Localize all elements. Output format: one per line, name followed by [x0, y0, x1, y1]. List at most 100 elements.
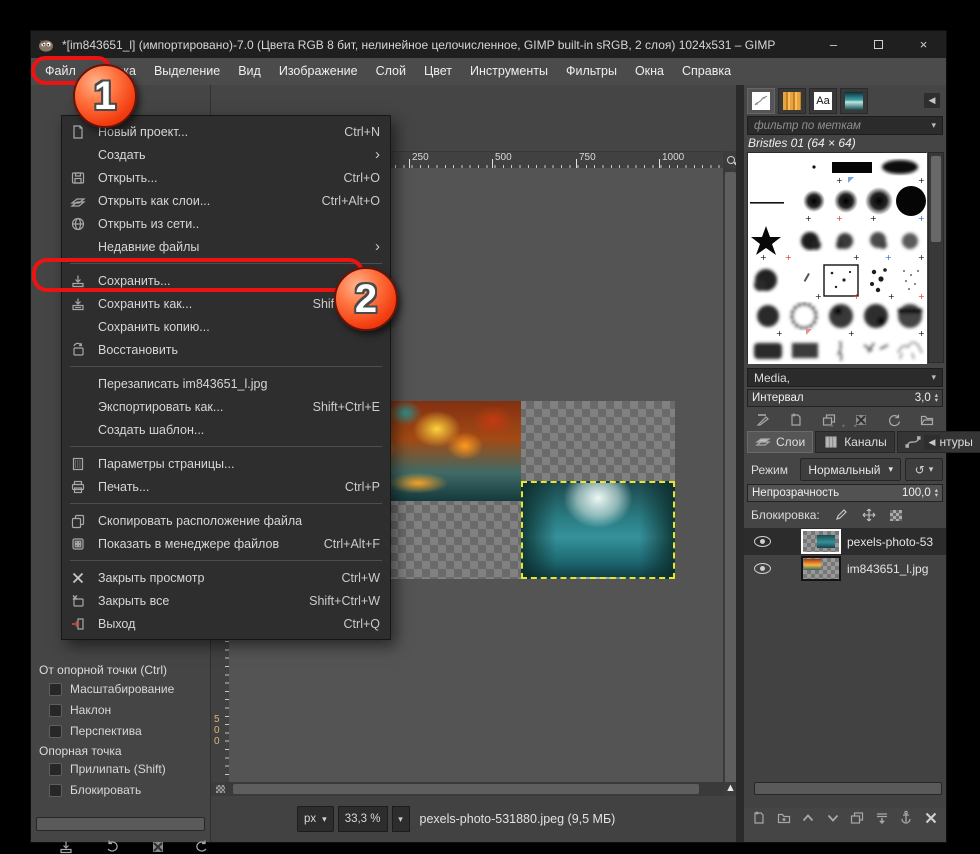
file-menu-popup: Новый проект...Ctrl+NСоздать›Открыть...C…	[61, 115, 391, 640]
brush-tag-value: Media,	[754, 371, 790, 385]
checkbox-масштабирование[interactable]: Масштабирование	[49, 682, 174, 696]
duplicate-layer-button[interactable]	[849, 810, 865, 826]
dock-menu-button[interactable]: ◀	[924, 93, 940, 108]
menu-item-label: Восстановить	[98, 343, 178, 357]
checkbox-box[interactable]	[49, 725, 62, 738]
brush-list-scrollbar[interactable]	[928, 152, 944, 363]
checkbox-box[interactable]	[49, 704, 62, 717]
menubar-item-5[interactable]: Слой	[367, 58, 415, 85]
delete-tool-preset-button[interactable]	[147, 837, 169, 854]
menu-item[interactable]: Печать...Ctrl+P	[62, 475, 390, 498]
horizontal-scrollbar-thumb[interactable]	[233, 784, 699, 794]
checkbox-наклон[interactable]: Наклон	[49, 703, 111, 717]
menubar-item-6[interactable]: Цвет	[415, 58, 461, 85]
eye-icon[interactable]	[754, 563, 771, 574]
checkbox-перспектива[interactable]: Перспектива	[49, 724, 142, 738]
dock-splitter[interactable]: • • •	[744, 421, 946, 431]
checkbox-box[interactable]	[49, 683, 62, 696]
spacing-slider[interactable]: Интервал 3,0 ▴▾	[747, 389, 943, 407]
tag-filter-input[interactable]: фильтр по меткам ▾	[747, 116, 943, 135]
lower-layer-button[interactable]	[825, 810, 841, 826]
menubar-item-9[interactable]: Окна	[626, 58, 673, 85]
vertical-scrollbar-thumb[interactable]	[725, 172, 736, 792]
quick-mask-icon	[216, 785, 225, 793]
layer-thumbnail[interactable]	[803, 558, 839, 579]
new-layer-group-button[interactable]	[776, 810, 792, 826]
checkbox-box[interactable]	[49, 784, 62, 797]
menu-item[interactable]: Экспортировать как...Shift+Ctrl+E	[62, 395, 390, 418]
reset-tool-options-button[interactable]	[191, 837, 213, 854]
close-icon	[70, 570, 86, 586]
screenshot-root: *[im843651_l] (импортировано)-7.0 (Цвета…	[0, 0, 980, 854]
menubar-item-2[interactable]: Выделение	[145, 58, 229, 85]
title-bar[interactable]: *[im843651_l] (импортировано)-7.0 (Цвета…	[31, 31, 946, 58]
menu-item[interactable]: Создать›	[62, 143, 390, 166]
mode-options-button[interactable]: ↺ ▾	[905, 458, 943, 481]
menu-item[interactable]: Параметры страницы...	[62, 452, 390, 475]
menu-item[interactable]: Показать в менеджере файловCtrl+Alt+F	[62, 532, 390, 555]
menubar-item-10[interactable]: Справка	[673, 58, 740, 85]
zoom-input[interactable]: 33,3 %	[338, 806, 388, 832]
menu-item[interactable]: Открыть из сети..	[62, 212, 390, 235]
brush-tag-select[interactable]: Media, ▾	[747, 368, 943, 387]
menu-item[interactable]: Восстановить	[62, 338, 390, 361]
menubar-item-7[interactable]: Инструменты	[461, 58, 557, 85]
brush-grid[interactable]: ++ ++ +++ ++ +++ ++ ++ ++	[747, 152, 926, 363]
minimize-icon[interactable]: –	[811, 31, 856, 58]
layer-thumbnail[interactable]	[803, 531, 839, 552]
brush-scrollbar-thumb[interactable]	[931, 156, 941, 242]
menu-item[interactable]: Закрыть просмотрCtrl+W	[62, 566, 390, 589]
layer-name[interactable]: pexels-photo-53	[847, 535, 933, 549]
menu-item[interactable]: Открыть...Ctrl+O	[62, 166, 390, 189]
unit-dropdown[interactable]: px ▾	[297, 806, 334, 832]
lock-alpha-icon[interactable]	[890, 510, 902, 521]
menu-item[interactable]: Закрыть всеShift+Ctrl+W	[62, 589, 390, 612]
tab-channels[interactable]: Каналы	[815, 431, 895, 453]
new-layer-button[interactable]	[751, 810, 767, 826]
checkbox-label: Блокировать	[70, 783, 141, 797]
checkbox-блокировать[interactable]: Блокировать	[49, 783, 141, 797]
maximize-icon[interactable]	[856, 31, 901, 58]
lock-pixels-icon[interactable]	[834, 508, 848, 522]
menu-item[interactable]: Скопировать расположение файла	[62, 509, 390, 532]
menu-item[interactable]: Перезаписать im843651_l.jpg	[62, 372, 390, 395]
tab-patterns[interactable]	[778, 88, 806, 114]
layer-name[interactable]: im843651_l.jpg	[847, 562, 928, 576]
checkbox-box[interactable]	[49, 763, 62, 776]
spinner-buttons[interactable]: ▴▾	[935, 488, 938, 498]
opacity-slider[interactable]: Непрозрачность 100,0 ▴▾	[747, 484, 943, 502]
menu-item[interactable]: Создать шаблон...	[62, 418, 390, 441]
menu-item-shortcut: Ctrl+P	[345, 480, 380, 494]
pivot-label: Опорная точка	[39, 744, 122, 758]
merge-down-button[interactable]	[874, 810, 890, 826]
zoom-dropdown-button[interactable]: ▾	[392, 806, 410, 832]
menubar-item-8[interactable]: Фильтры	[557, 58, 626, 85]
checkbox-прилипать-shift-[interactable]: Прилипать (Shift)	[49, 762, 166, 776]
menu-item[interactable]: ВыходCtrl+Q	[62, 612, 390, 635]
quick-mask-toggle[interactable]	[211, 782, 229, 796]
tab-fonts[interactable]: Aa	[809, 88, 837, 114]
delete-layer-button[interactable]	[923, 810, 939, 826]
eye-icon[interactable]	[754, 536, 771, 547]
menubar-item-3[interactable]: Вид	[229, 58, 270, 85]
tab-layers[interactable]: Слои	[747, 431, 813, 453]
menu-item[interactable]: Недавние файлы›	[62, 235, 390, 258]
lock-position-icon[interactable]	[862, 508, 876, 522]
tab-gradients[interactable]	[840, 88, 868, 114]
layers-dock-menu-button[interactable]: ◀	[924, 435, 940, 450]
close-icon[interactable]: ×	[901, 31, 946, 58]
save-tool-preset-button[interactable]	[55, 837, 77, 854]
horizontal-scrollbar[interactable]	[229, 782, 723, 796]
spinner-buttons[interactable]: ▴▾	[935, 393, 938, 403]
layer-row-2[interactable]: im843651_l.jpg	[744, 555, 946, 582]
raise-layer-button[interactable]	[800, 810, 816, 826]
layer-row-1[interactable]: pexels-photo-53	[744, 528, 946, 555]
tab-brushes[interactable]	[747, 88, 775, 114]
menu-item[interactable]: Открыть как слои...Ctrl+Alt+O	[62, 189, 390, 212]
mode-dropdown[interactable]: Нормальный ▾	[800, 458, 901, 481]
restore-tool-preset-button[interactable]	[101, 837, 123, 854]
anchor-layer-button[interactable]	[898, 810, 914, 826]
submenu-arrow-icon: ›	[375, 240, 380, 254]
menu-item-shortcut: Ctrl+Alt+O	[322, 194, 380, 208]
menubar-item-4[interactable]: Изображение	[270, 58, 367, 85]
